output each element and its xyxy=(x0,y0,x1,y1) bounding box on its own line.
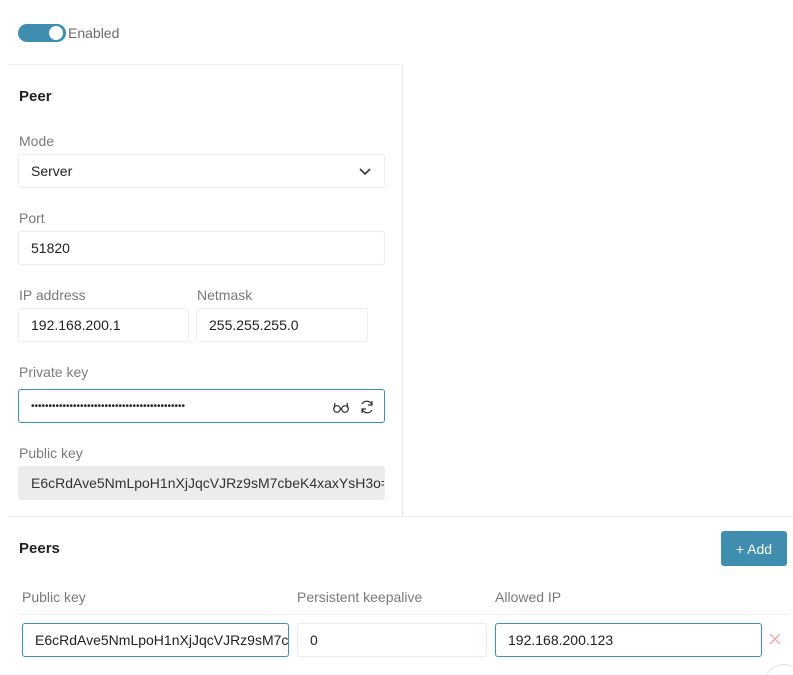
ip-address-label: IP address xyxy=(19,287,86,303)
mode-value: Server xyxy=(31,163,73,179)
private-key-input[interactable]: ••••••••••••••••••••••••••••••••••••••••… xyxy=(18,389,385,423)
public-key-label: Public key xyxy=(19,445,83,461)
port-input[interactable]: 51820 xyxy=(18,231,385,265)
public-key-value: E6cRdAve5NmLpoH1nXjJqcVJRz9sM7cbeK4xaxYs… xyxy=(31,475,385,491)
peer-title: Peer xyxy=(19,88,52,105)
add-peer-button[interactable]: + Add xyxy=(721,531,787,566)
netmask-input[interactable]: 255.255.255.0 xyxy=(196,308,368,342)
mode-select[interactable]: Server xyxy=(18,154,385,188)
peer-keepalive-value: 0 xyxy=(310,632,318,648)
port-label: Port xyxy=(19,210,45,226)
show-password-icon[interactable] xyxy=(332,398,350,416)
private-key-value: ••••••••••••••••••••••••••••••••••••••••… xyxy=(31,400,186,412)
regenerate-icon[interactable] xyxy=(358,398,376,416)
mode-label: Mode xyxy=(19,133,55,149)
peer-keepalive-input[interactable]: 0 xyxy=(297,623,487,657)
column-public-key: Public key xyxy=(22,589,86,605)
close-icon[interactable] xyxy=(768,632,782,646)
chevron-down-icon xyxy=(359,168,371,176)
column-allowed-ip: Allowed IP xyxy=(495,589,562,605)
ip-address-value: 192.168.200.1 xyxy=(31,317,121,333)
enabled-toggle[interactable] xyxy=(18,24,66,42)
netmask-value: 255.255.255.0 xyxy=(209,317,299,333)
enabled-label: Enabled xyxy=(68,25,120,41)
floating-action-edge[interactable] xyxy=(764,664,793,675)
netmask-label: Netmask xyxy=(197,287,253,303)
port-value: 51820 xyxy=(31,240,70,256)
ip-address-input[interactable]: 192.168.200.1 xyxy=(18,308,189,342)
enabled-toggle-row: Enabled xyxy=(18,24,119,42)
peer-allowed-ip-input[interactable]: 192.168.200.123 xyxy=(495,623,762,657)
column-persistent-keepalive: Persistent keepalive xyxy=(297,589,423,605)
private-key-label: Private key xyxy=(19,364,89,380)
public-key-field: E6cRdAve5NmLpoH1nXjJqcVJRz9sM7cbeK4xaxYs… xyxy=(18,466,385,500)
peer-allowed-ip-value: 192.168.200.123 xyxy=(508,632,614,648)
peers-title: Peers xyxy=(19,540,60,557)
section-divider xyxy=(8,516,793,517)
peer-public-key-value: E6cRdAve5NmLpoH1nXjJqcVJRz9sM7cbeK4xaxYs… xyxy=(35,632,289,648)
table-header-divider xyxy=(18,614,788,615)
toggle-knob xyxy=(49,26,63,40)
peer-public-key-input[interactable]: E6cRdAve5NmLpoH1nXjJqcVJRz9sM7cbeK4xaxYs… xyxy=(22,623,289,657)
